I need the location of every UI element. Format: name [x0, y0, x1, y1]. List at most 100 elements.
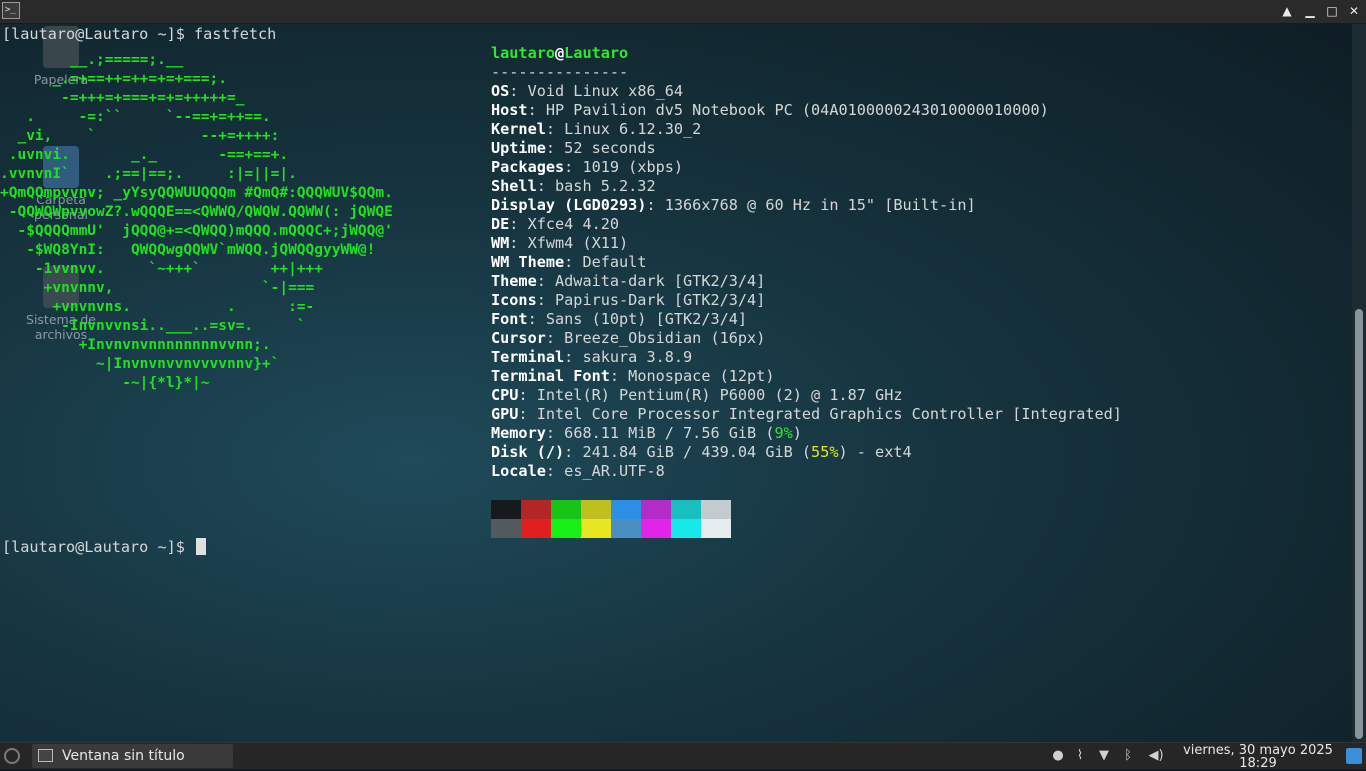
- info-key: CPU: [491, 386, 519, 404]
- palette-swatch: [551, 500, 581, 519]
- info-row: WM Theme: Default: [491, 253, 647, 271]
- info-row: Terminal: sakura 3.8.9: [491, 348, 693, 366]
- terminal-scrollbar[interactable]: [1352, 24, 1366, 742]
- info-value: Sans (10pt) [GTK2/3/4]: [545, 310, 748, 328]
- roll-up-button[interactable]: ▲: [1278, 3, 1296, 19]
- info-value: HP Pavilion dv5 Notebook PC (04A01000002…: [545, 101, 1049, 119]
- palette-swatch: [551, 519, 581, 538]
- color-palette: [491, 500, 731, 538]
- info-row: Packages: 1019 (xbps): [491, 158, 684, 176]
- close-button[interactable]: ✕: [1345, 3, 1363, 19]
- info-value: Monospace (12pt): [628, 367, 775, 385]
- info-key: Terminal: [491, 348, 565, 366]
- info-value: sakura 3.8.9: [582, 348, 693, 366]
- scrollbar-thumb[interactable]: [1355, 309, 1363, 739]
- palette-swatch: [641, 519, 671, 538]
- info-value: 1019 (xbps): [582, 158, 684, 176]
- info-value: 1366x768 @ 60 Hz in 15" [Built-in]: [664, 196, 976, 214]
- info-row: DE: Xfce4 4.20: [491, 215, 620, 233]
- taskbar-window-label: Ventana sin título: [62, 748, 185, 764]
- palette-swatch: [611, 519, 641, 538]
- text-cursor: [196, 538, 207, 555]
- info-row-memory: Memory: 668.11 MiB / 7.56 GiB (9%): [491, 424, 802, 442]
- info-row: Theme: Adwaita-dark [GTK2/3/4]: [491, 272, 766, 290]
- taskbar-window-button[interactable]: Ventana sin título: [32, 744, 233, 768]
- terminal-icon: [38, 749, 53, 762]
- palette-swatch: [671, 519, 701, 538]
- info-key: WM Theme: [491, 253, 565, 271]
- palette-swatch: [611, 500, 641, 519]
- minimize-button[interactable]: ▁: [1301, 3, 1319, 19]
- info-key: Font: [491, 310, 528, 328]
- info-key: Packages: [491, 158, 565, 176]
- bluetooth-icon[interactable]: ᛒ: [1120, 748, 1136, 764]
- info-value: Void Linux x86_64: [527, 82, 684, 100]
- info-value: Intel(R) Pentium(R) P6000 (2) @ 1.87 GHz: [536, 386, 903, 404]
- palette-swatch: [581, 519, 611, 538]
- status-dot-icon[interactable]: ●: [1050, 748, 1066, 764]
- info-row: Shell: bash 5.2.32: [491, 177, 656, 195]
- maximize-button[interactable]: □: [1323, 3, 1341, 19]
- info-row: Kernel: Linux 6.12.30_2: [491, 120, 702, 138]
- info-value: 52 seconds: [564, 139, 656, 157]
- info-key: Shell: [491, 177, 537, 195]
- info-key: Icons: [491, 291, 537, 309]
- info-value: 668.11 MiB / 7.56 GiB (: [564, 424, 775, 442]
- info-row: CPU: Intel(R) Pentium(R) P6000 (2) @ 1.8…: [491, 386, 903, 404]
- info-key: WM: [491, 234, 510, 252]
- info-value: 241.84 GiB / 439.04 GiB (: [582, 443, 812, 461]
- info-value: Papirus-Dark [GTK2/3/4]: [555, 291, 766, 309]
- info-row: Display (LGD0293): 1366x768 @ 60 Hz in 1…: [491, 196, 976, 214]
- command-prompt-line: [lautaro@Lautaro ~]$: [2, 538, 207, 557]
- info-key: Memory: [491, 424, 546, 442]
- info-value: Adwaita-dark [GTK2/3/4]: [555, 272, 766, 290]
- info-value: Linux 6.12.30_2: [564, 120, 702, 138]
- terminal-icon[interactable]: >_: [2, 2, 20, 19]
- info-key: Display (LGD0293): [491, 196, 647, 214]
- info-row: Icons: Papirus-Dark [GTK2/3/4]: [491, 291, 766, 309]
- info-key: Disk (/): [491, 443, 565, 461]
- info-row: GPU: Intel Core Processor Integrated Gra…: [491, 405, 1122, 423]
- info-row-locale: Locale: es_AR.UTF-8: [491, 462, 665, 480]
- info-value: bash 5.2.32: [555, 177, 656, 195]
- info-value: Default: [582, 253, 647, 271]
- info-key: DE: [491, 215, 510, 233]
- applications-menu-icon[interactable]: [4, 748, 20, 764]
- notification-icon[interactable]: [1346, 748, 1362, 764]
- info-value: Xfwm4 (X11): [527, 234, 629, 252]
- info-row: OS: Void Linux x86_64: [491, 82, 684, 100]
- info-value: Xfce4 4.20: [527, 215, 620, 233]
- palette-swatch: [521, 500, 551, 519]
- info-value-end: ): [792, 424, 802, 442]
- separator-line: ---------------: [491, 63, 629, 81]
- info-key: Cursor: [491, 329, 546, 347]
- palette-swatch: [701, 500, 731, 519]
- info-key: Kernel: [491, 120, 546, 138]
- window-titlebar[interactable]: >_ ▲ ▁ □ ✕: [0, 0, 1366, 24]
- info-key: Host: [491, 101, 528, 119]
- wifi-icon[interactable]: ▼: [1096, 748, 1112, 764]
- prompt-text: [lautaro@Lautaro ~]$: [2, 538, 195, 556]
- info-row: Cursor: Breeze_Obsidian (16px): [491, 329, 766, 347]
- info-key: OS: [491, 82, 510, 100]
- terminal-area[interactable]: [lautaro@Lautaro ~]$ fastfetch __.;=====…: [0, 24, 1352, 742]
- info-row: WM: Xfwm4 (X11): [491, 234, 629, 252]
- info-rows: OS: Void Linux x86_64 Host: HP Pavilion d…: [491, 82, 1122, 424]
- at-sign: @: [555, 44, 565, 62]
- info-value-end: ) - ext4: [838, 443, 912, 461]
- volume-icon[interactable]: ◀): [1148, 748, 1164, 764]
- info-key: GPU: [491, 405, 519, 423]
- info-row: Host: HP Pavilion dv5 Notebook PC (04A01…: [491, 101, 1049, 119]
- clock-time: 18:29: [1239, 756, 1277, 771]
- palette-swatch: [491, 500, 521, 519]
- void-linux-ascii-logo: __.;=====;.__ _.=+==++=++=+=+===;. -=+++…: [0, 52, 393, 391]
- clock[interactable]: viernes, 30 mayo 2025 18:29: [1178, 743, 1338, 770]
- info-value: es_AR.UTF-8: [564, 462, 665, 480]
- palette-swatch: [641, 500, 671, 519]
- paperclip-icon[interactable]: ⌇: [1072, 748, 1088, 764]
- info-row-disk: Disk (/): 241.84 GiB / 439.04 GiB (55%) …: [491, 443, 912, 461]
- palette-swatch: [521, 519, 551, 538]
- info-row: Font: Sans (10pt) [GTK2/3/4]: [491, 310, 748, 328]
- info-value: Breeze_Obsidian (16px): [564, 329, 766, 347]
- user-host-line: lautaro@Lautaro: [491, 44, 1122, 63]
